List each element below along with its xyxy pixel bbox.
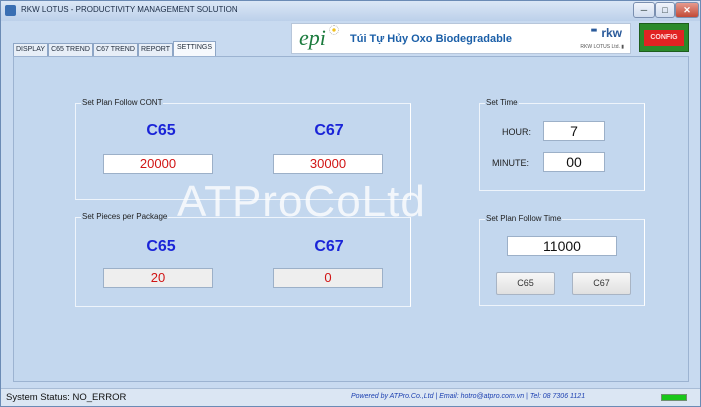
app-icon	[5, 5, 16, 16]
plan-time-c67-button[interactable]: C67	[572, 272, 631, 295]
tab-c65-trend[interactable]: C65 TREND	[48, 43, 93, 56]
plan-cont-c65-input[interactable]: 20000	[103, 154, 213, 174]
pieces-c67-input[interactable]: 0	[273, 268, 383, 288]
rkw-dots-icon: ■■	[590, 28, 597, 34]
plan-time-label: Set Plan Follow Time	[485, 214, 563, 223]
tab-c67-trend[interactable]: C67 TREND	[93, 43, 138, 56]
set-time-label: Set Time	[485, 98, 519, 107]
pieces-group: Set Pieces per Package C65 C67 20 0	[75, 212, 411, 307]
plan-cont-c67-input[interactable]: 30000	[273, 154, 383, 174]
close-button[interactable]: ✕	[675, 2, 699, 18]
flower-icon	[329, 25, 339, 35]
epi-logo: epi	[299, 25, 326, 50]
window-title: RKW LOTUS - PRODUCTIVITY MANAGEMENT SOLU…	[21, 5, 238, 14]
tab-display[interactable]: DISPLAY	[13, 43, 48, 56]
hour-input[interactable]: 7	[543, 121, 605, 141]
app-window: RKW LOTUS - PRODUCTIVITY MANAGEMENT SOLU…	[0, 0, 701, 407]
minimize-button[interactable]: ─	[633, 2, 655, 18]
minute-label: MINUTE:	[492, 158, 529, 168]
watermark: ATProCoLtd	[177, 177, 426, 226]
plan-time-group: Set Plan Follow Time 11000 C65 C67	[479, 214, 645, 306]
system-status: System Status: NO_ERROR	[6, 392, 127, 403]
pieces-c65-title: C65	[146, 238, 176, 255]
hour-label: HOUR:	[502, 127, 531, 137]
rkw-logo: rkw	[601, 26, 622, 40]
title-bar: RKW LOTUS - PRODUCTIVITY MANAGEMENT SOLU…	[1, 1, 700, 21]
tab-report[interactable]: REPORT	[138, 43, 173, 56]
plan-cont-c67-title: C67	[314, 122, 344, 139]
plan-time-c65-button[interactable]: C65	[496, 272, 555, 295]
set-time-group: Set Time HOUR: 7 MINUTE: 00	[479, 98, 645, 191]
plan-cont-c65-title: C65	[146, 122, 176, 139]
banner-slogan: Túi Tự Hủy Oxo Biodegradable	[350, 33, 512, 45]
plan-cont-label: Set Plan Follow CONT	[81, 98, 164, 107]
tab-settings[interactable]: SETTINGS	[173, 41, 216, 56]
rkw-lotus-subtitle: RKW LOTUS Ltd. ▮	[580, 44, 624, 50]
maximize-button[interactable]: □	[655, 2, 675, 18]
pieces-c65-input[interactable]: 20	[103, 268, 213, 288]
plan-time-input[interactable]: 11000	[507, 236, 617, 256]
credit-text: Powered by ATPro.Co.,Ltd | Email: hotro@…	[351, 393, 586, 400]
config-button-label: CONFIG	[644, 30, 684, 46]
minute-input[interactable]: 00	[543, 152, 605, 172]
pieces-label: Set Pieces per Package	[81, 212, 169, 221]
brand-banner: epi Túi Tự Hủy Oxo Biodegradable ■■ rkw …	[291, 23, 631, 54]
pieces-c67-title: C67	[314, 238, 344, 255]
status-led-icon	[661, 394, 687, 401]
config-button[interactable]: CONFIG	[639, 23, 689, 52]
status-bar: System Status: NO_ERROR Powered by ATPro…	[1, 388, 700, 406]
